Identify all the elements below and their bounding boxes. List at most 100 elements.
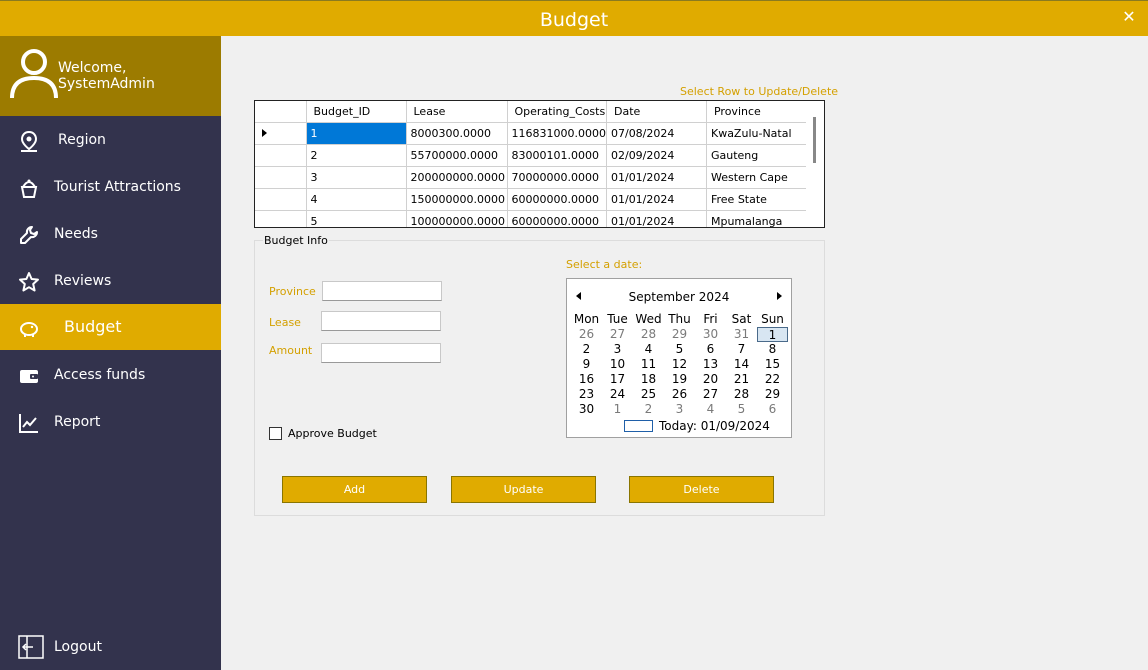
- calendar-day[interactable]: 2: [571, 342, 602, 357]
- calendar-day[interactable]: 15: [757, 357, 788, 372]
- table-cell[interactable]: 5: [306, 210, 407, 227]
- calendar-day[interactable]: 13: [695, 357, 726, 372]
- add-button[interactable]: Add: [282, 476, 427, 503]
- table-cell[interactable]: Free State: [706, 188, 807, 211]
- today-indicator[interactable]: [624, 420, 653, 432]
- calendar-day[interactable]: 17: [602, 372, 633, 387]
- calendar-day[interactable]: 11: [633, 357, 664, 372]
- calendar-day[interactable]: 9: [571, 357, 602, 372]
- table-row[interactable]: 4 150000000.0000 60000000.0000 01/01/202…: [255, 188, 807, 211]
- table-cell[interactable]: 100000000.0000: [406, 210, 508, 227]
- logout-button[interactable]: Logout: [0, 624, 221, 670]
- calendar-month-title[interactable]: September 2024: [567, 290, 791, 304]
- table-cell[interactable]: 116831000.0000: [507, 122, 607, 145]
- table-cell[interactable]: 3: [306, 166, 407, 189]
- column-header[interactable]: Lease: [406, 101, 508, 123]
- calendar-day[interactable]: 6: [695, 342, 726, 357]
- calendar-day[interactable]: 4: [633, 342, 664, 357]
- calendar-day[interactable]: 30: [571, 402, 602, 417]
- calendar-day[interactable]: 20: [695, 372, 726, 387]
- calendar-day[interactable]: 21: [726, 372, 757, 387]
- budget-data-grid[interactable]: Budget_ID Lease Operating_Costs Date Pro…: [254, 100, 825, 228]
- table-row[interactable]: 3 200000000.0000 70000000.0000 01/01/202…: [255, 166, 807, 189]
- table-cell[interactable]: 60000000.0000: [507, 188, 607, 211]
- table-cell[interactable]: 8000300.0000: [406, 122, 508, 145]
- table-row[interactable]: 5 100000000.0000 60000000.0000 01/01/202…: [255, 210, 807, 227]
- table-cell[interactable]: Mpumalanga: [706, 210, 807, 227]
- calendar-day[interactable]: 3: [664, 402, 695, 417]
- calendar-day[interactable]: 28: [633, 327, 664, 342]
- sidebar-item-tourist-attractions[interactable]: Tourist Attractions: [0, 164, 221, 210]
- calendar-day[interactable]: 1: [602, 402, 633, 417]
- column-header[interactable]: Operating_Costs: [507, 101, 607, 123]
- calendar-day[interactable]: 26: [664, 387, 695, 402]
- calendar-day[interactable]: 26: [571, 327, 602, 342]
- calendar-day[interactable]: 24: [602, 387, 633, 402]
- calendar-day[interactable]: 30: [695, 327, 726, 342]
- table-cell[interactable]: 150000000.0000: [406, 188, 508, 211]
- table-cell[interactable]: 2: [306, 144, 407, 167]
- table-cell[interactable]: 01/01/2024: [606, 188, 707, 211]
- month-calendar[interactable]: September 2024 Mon Tue Wed Thu Fri Sat S…: [566, 278, 792, 438]
- today-label[interactable]: Today: 01/09/2024: [659, 419, 770, 433]
- calendar-day[interactable]: 7: [726, 342, 757, 357]
- row-header[interactable]: [255, 188, 307, 211]
- province-input[interactable]: [322, 281, 442, 301]
- calendar-day[interactable]: 4: [695, 402, 726, 417]
- sidebar-item-report[interactable]: Report: [0, 399, 221, 445]
- calendar-day[interactable]: 19: [664, 372, 695, 387]
- calendar-day[interactable]: 22: [757, 372, 788, 387]
- close-icon[interactable]: ✕: [1120, 8, 1138, 26]
- table-cell[interactable]: KwaZulu-Natal: [706, 122, 807, 145]
- table-cell[interactable]: 83000101.0000: [507, 144, 607, 167]
- table-cell[interactable]: 07/08/2024: [606, 122, 707, 145]
- calendar-day[interactable]: 14: [726, 357, 757, 372]
- calendar-day[interactable]: 6: [757, 402, 788, 417]
- table-cell[interactable]: 4: [306, 188, 407, 211]
- calendar-day[interactable]: 29: [757, 387, 788, 402]
- calendar-day[interactable]: 1: [757, 327, 788, 342]
- table-cell[interactable]: Gauteng: [706, 144, 807, 167]
- column-header[interactable]: Budget_ID: [306, 101, 407, 123]
- calendar-day[interactable]: 29: [664, 327, 695, 342]
- amount-input[interactable]: [321, 343, 441, 363]
- calendar-day[interactable]: 12: [664, 357, 695, 372]
- update-button[interactable]: Update: [451, 476, 596, 503]
- row-header[interactable]: [255, 210, 307, 227]
- table-cell[interactable]: 55700000.0000: [406, 144, 508, 167]
- calendar-day[interactable]: 5: [664, 342, 695, 357]
- calendar-day[interactable]: 8: [757, 342, 788, 357]
- calendar-day[interactable]: 27: [602, 327, 633, 342]
- sidebar-item-reviews[interactable]: Reviews: [0, 258, 221, 304]
- calendar-day[interactable]: 2: [633, 402, 664, 417]
- calendar-day[interactable]: 27: [695, 387, 726, 402]
- table-row[interactable]: 2 55700000.0000 83000101.0000 02/09/2024…: [255, 144, 807, 167]
- row-header[interactable]: [255, 122, 307, 145]
- table-cell[interactable]: 01/01/2024: [606, 210, 707, 227]
- delete-button[interactable]: Delete: [629, 476, 774, 503]
- table-cell[interactable]: Western Cape: [706, 166, 807, 189]
- table-cell[interactable]: 01/01/2024: [606, 166, 707, 189]
- calendar-day[interactable]: 3: [602, 342, 633, 357]
- column-header[interactable]: Province: [706, 101, 807, 123]
- next-month-icon[interactable]: [777, 292, 782, 300]
- table-cell[interactable]: 200000000.0000: [406, 166, 508, 189]
- vertical-scrollbar[interactable]: [806, 101, 824, 227]
- calendar-day[interactable]: 23: [571, 387, 602, 402]
- calendar-day[interactable]: 10: [602, 357, 633, 372]
- calendar-day[interactable]: 18: [633, 372, 664, 387]
- table-row[interactable]: 1 8000300.0000 116831000.0000 07/08/2024…: [255, 122, 807, 145]
- sidebar-item-region[interactable]: Region: [0, 117, 221, 163]
- sidebar-item-needs[interactable]: Needs: [0, 211, 221, 257]
- calendar-day[interactable]: 31: [726, 327, 757, 342]
- lease-input[interactable]: [321, 311, 441, 331]
- calendar-day[interactable]: 5: [726, 402, 757, 417]
- table-cell[interactable]: 1: [306, 122, 407, 145]
- sidebar-item-access-funds[interactable]: Access funds: [0, 352, 221, 398]
- sidebar-item-budget[interactable]: Budget: [0, 304, 221, 350]
- scrollbar-thumb[interactable]: [813, 117, 816, 163]
- column-header[interactable]: Date: [606, 101, 707, 123]
- table-cell[interactable]: 60000000.0000: [507, 210, 607, 227]
- checkbox-box[interactable]: [269, 427, 282, 440]
- calendar-day[interactable]: 28: [726, 387, 757, 402]
